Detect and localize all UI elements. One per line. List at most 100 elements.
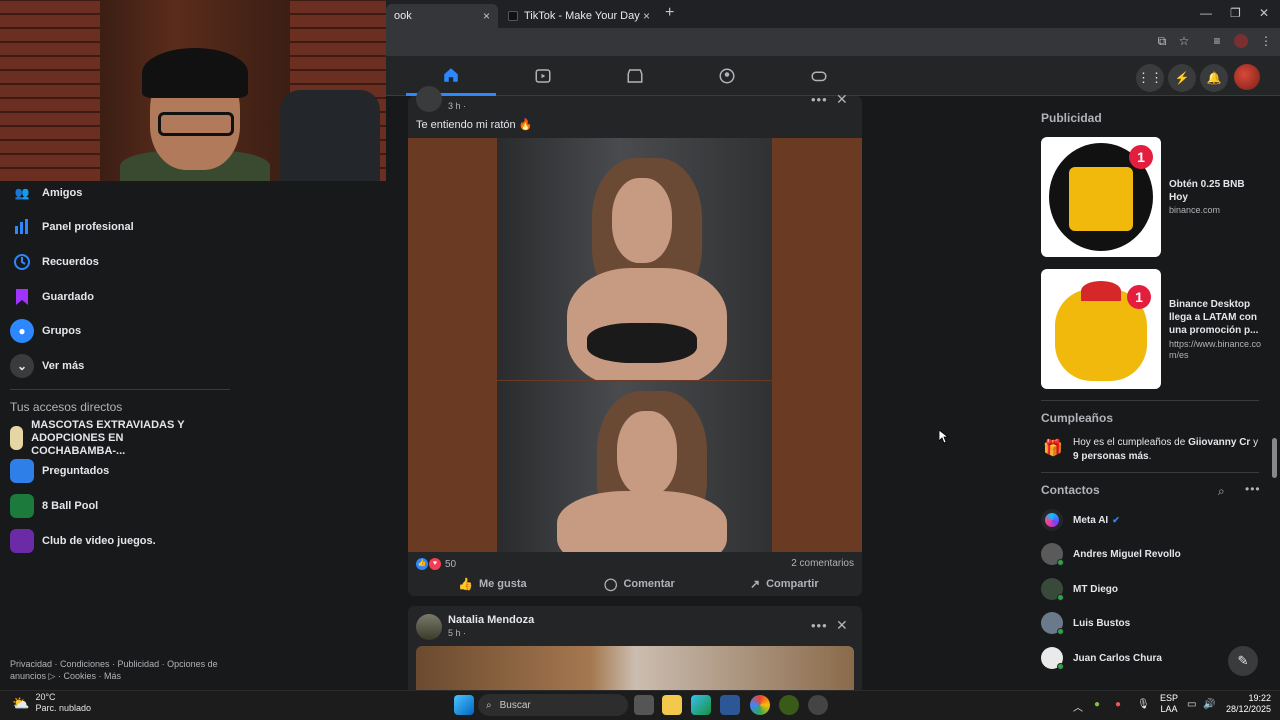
birthday-others[interactable]: 9 personas más <box>1073 451 1149 462</box>
sidebar-item-ver-mas[interactable]: ⌄ Ver más <box>10 352 84 380</box>
shortcut-mascotas[interactable]: MASCOTAS EXTRAVIADAS Y ADOPCIONES EN COC… <box>10 419 220 457</box>
page-scrollbar[interactable] <box>1271 62 1277 696</box>
mouse-cursor-icon <box>939 430 949 444</box>
post-author-avatar[interactable] <box>416 614 442 640</box>
post-media[interactable] <box>408 138 862 552</box>
contact-item[interactable]: MT Diego <box>1041 577 1118 601</box>
search-contacts-icon[interactable]: ⌕ <box>1218 484 1225 499</box>
ad-title-2[interactable]: Binance Desktop llega a LATAM con una pr… <box>1169 298 1264 337</box>
contact-name: MT Diego <box>1073 583 1118 595</box>
close-tab-icon[interactable]: × <box>643 9 650 23</box>
post-time[interactable]: 5 h · <box>448 628 466 638</box>
weather-widget[interactable]: ⛅ 20°C Parc. nublado <box>12 692 91 714</box>
ad-image-1[interactable]: 1 <box>1041 137 1161 257</box>
account-avatar[interactable] <box>1234 64 1260 90</box>
notifications-button[interactable]: 🔔 <box>1200 64 1228 92</box>
preguntados-icon <box>10 459 34 483</box>
birthday-prefix: Hoy es el cumpleaños de <box>1073 437 1189 448</box>
sidebar-item-amigos[interactable]: 👥 Amigos <box>10 179 83 207</box>
new-tab-button[interactable]: + <box>665 4 674 22</box>
file-explorer-icon[interactable] <box>662 695 682 715</box>
ad-domain-2[interactable]: https://www.binance.com/es <box>1169 339 1264 361</box>
post-options-icon[interactable]: ••• <box>811 92 828 107</box>
post-author-avatar[interactable] <box>416 86 442 112</box>
sidebar-item-guardado[interactable]: Guardado <box>10 283 94 311</box>
tiktok-icon <box>508 11 518 21</box>
media-control-icon[interactable]: ≡ <box>1210 34 1224 48</box>
hide-post-icon[interactable]: ✕ <box>836 91 848 108</box>
shortcut-club-video-juegos[interactable]: Club de video juegos. <box>10 527 156 555</box>
like-button[interactable]: 👍 Me gusta <box>458 576 527 592</box>
comments-count[interactable]: 2 comentarios <box>791 558 854 569</box>
contact-item[interactable]: Juan Carlos Chura <box>1041 646 1162 670</box>
cloud-sun-icon: ⛅ <box>12 694 30 711</box>
sidebar-item-recuerdos[interactable]: Recuerdos <box>10 248 99 276</box>
close-tab-icon[interactable]: × <box>483 9 490 23</box>
edge-icon[interactable] <box>691 695 711 715</box>
share-arrow-icon: ↗ <box>750 577 761 591</box>
microphone-icon[interactable]: 🎙 <box>1137 699 1150 710</box>
sidebar-item-panel-profesional[interactable]: Panel profesional <box>10 213 134 241</box>
menu-grid-button[interactable]: ⋮⋮ <box>1136 64 1164 92</box>
post-photo[interactable] <box>416 646 854 696</box>
post-options-icon[interactable]: ••• <box>811 618 828 633</box>
profile-icon[interactable] <box>1234 34 1248 48</box>
network-icon[interactable]: ▭ <box>1187 699 1196 710</box>
chrome-icon[interactable] <box>750 695 770 715</box>
ad-domain-1[interactable]: binance.com <box>1169 205 1264 216</box>
share-button[interactable]: ↗ Compartir <box>750 576 819 592</box>
groups-nav-icon <box>719 68 735 84</box>
birthday-name[interactable]: Giiovanny Cr <box>1188 437 1250 448</box>
ad-image-2[interactable]: 1 <box>1041 269 1161 389</box>
tab-label: ook <box>394 10 412 22</box>
tray-app-icon[interactable]: ● <box>1094 699 1100 710</box>
contacts-options-icon[interactable]: ••• <box>1245 482 1261 496</box>
volume-icon[interactable]: 🔊 <box>1203 699 1215 710</box>
scrollbar-thumb[interactable] <box>1272 438 1277 478</box>
close-window-icon[interactable]: ✕ <box>1259 6 1269 20</box>
contact-avatar <box>1041 578 1064 601</box>
gaming-tab[interactable] <box>774 56 864 96</box>
app-icon[interactable] <box>779 695 799 715</box>
comment-bubble-icon: ◯ <box>604 577 618 591</box>
minimize-icon[interactable]: — <box>1200 6 1212 20</box>
contact-item[interactable]: Andres Miguel Revollo <box>1041 542 1181 566</box>
post-time[interactable]: 3 h · <box>448 101 466 111</box>
task-view-icon[interactable] <box>634 695 654 715</box>
post-author-name[interactable]: Natalia Mendoza <box>448 614 534 626</box>
contact-item[interactable]: Meta AI ✔ <box>1041 508 1120 532</box>
shortcut-8-ball-pool[interactable]: 8 Ball Pool <box>10 492 98 520</box>
ad-title-1[interactable]: Obtén 0.25 BNB Hoy <box>1169 178 1264 204</box>
reactions-summary[interactable]: 👍 ♥ 50 <box>416 558 456 570</box>
shortcut-preguntados[interactable]: Preguntados <box>10 457 109 485</box>
bookmark-star-icon[interactable]: ☆ <box>1177 34 1191 48</box>
language-indicator[interactable]: ESP LAA <box>1160 693 1178 715</box>
contact-item[interactable]: Luis Bustos <box>1041 611 1130 635</box>
show-hidden-icons[interactable]: ︿ <box>1073 699 1083 714</box>
windows-start-icon[interactable] <box>454 695 474 715</box>
clock[interactable]: 19:22 28/12/2025 <box>1225 693 1271 715</box>
meta-ai-icon <box>1041 509 1063 531</box>
comment-button[interactable]: ◯ Comentar <box>604 576 675 592</box>
marketplace-tab[interactable] <box>590 56 680 96</box>
footer-links[interactable]: Privacidad · Condiciones · Publicidad · … <box>10 658 225 682</box>
post-photo-top[interactable] <box>497 138 772 380</box>
groups-tab[interactable] <box>682 56 772 96</box>
taskbar-search[interactable]: ⌕ Buscar <box>478 694 628 716</box>
new-message-button[interactable]: ✎ <box>1228 646 1258 676</box>
app-icon[interactable] <box>808 695 828 715</box>
tray-app-icon[interactable]: ● <box>1115 699 1121 710</box>
hide-post-icon[interactable]: ✕ <box>836 617 848 634</box>
tab-facebook[interactable]: ook × <box>386 4 498 28</box>
birthday-text[interactable]: Hoy es el cumpleaños de Giiovanny Cr y 9… <box>1073 436 1263 464</box>
sidebar-item-grupos[interactable]: ● Grupos <box>10 317 81 345</box>
browser-menu-icon[interactable]: ⋮ <box>1259 34 1273 48</box>
post-photo-bottom[interactable] <box>497 381 772 552</box>
video-tab[interactable] <box>498 56 588 96</box>
sidebar-item-label: Recuerdos <box>42 256 99 268</box>
messenger-button[interactable]: ⚡ <box>1168 64 1196 92</box>
tab-tiktok[interactable]: TikTok - Make Your Day × <box>500 4 658 28</box>
install-app-icon[interactable]: ⧉ <box>1155 34 1169 48</box>
store-icon[interactable] <box>720 695 740 715</box>
restore-icon[interactable]: ❐ <box>1230 6 1241 20</box>
